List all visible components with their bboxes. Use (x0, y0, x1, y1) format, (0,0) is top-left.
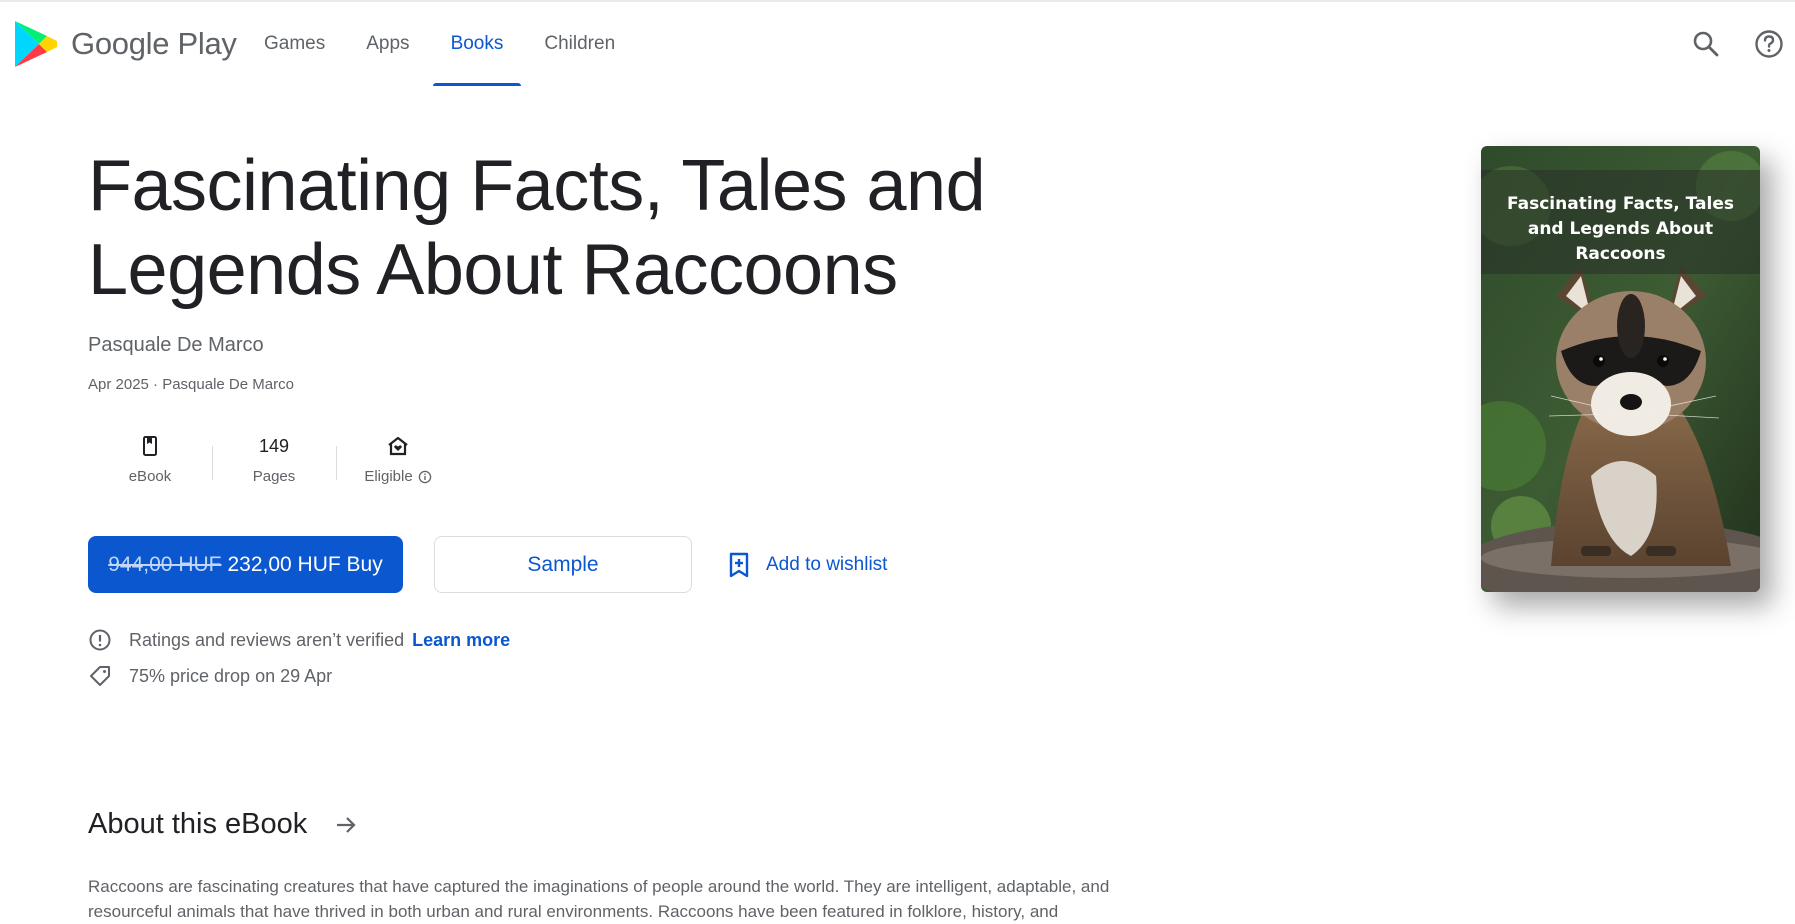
ratings-text: Ratings and reviews aren’t verified (129, 629, 405, 650)
notices: Ratings and reviews aren’t verified Lear… (88, 622, 510, 694)
alert-circle-icon (89, 629, 111, 651)
google-play-logo[interactable]: Google Play (13, 19, 237, 69)
format-label: eBook (128, 468, 172, 485)
pages-label: Pages (252, 468, 296, 485)
play-logo-icon (15, 21, 57, 67)
help-icon (1755, 30, 1783, 58)
search-button[interactable] (1690, 28, 1722, 60)
sample-button[interactable]: Sample (434, 536, 692, 593)
ebook-icon (143, 436, 157, 456)
buy-label: 232,00 HUF Buy (227, 552, 383, 576)
eligible-label: Eligible (364, 468, 413, 485)
bookmark-add-icon (729, 552, 749, 577)
main-nav: Games Apps Books Children (264, 2, 636, 86)
purchase-actions: 944,00 HUF 232,00 HUF Buy Sample Add to … (88, 536, 887, 593)
add-to-wishlist-button[interactable]: Add to wishlist (726, 551, 887, 579)
price-tag-icon (90, 666, 110, 686)
arrow-right-icon (337, 816, 356, 833)
stat-pages: 149 Pages (212, 432, 336, 492)
stat-format: eBook (88, 432, 212, 492)
tab-children[interactable]: Children (524, 2, 635, 86)
about-title: About this eBook (88, 808, 308, 840)
book-title: Fascinating Facts, Tales and Legends Abo… (88, 146, 986, 310)
price-drop-text: 75% price drop on 29 Apr (129, 665, 333, 686)
about-section-header[interactable]: About this eBook (88, 808, 359, 841)
ratings-notice: Ratings and reviews aren’t verified Lear… (88, 622, 510, 658)
cover-title: Fascinating Facts, Tales and Legends Abo… (1481, 170, 1760, 274)
pages-value: 149 (258, 435, 290, 456)
brand-name: Google Play (71, 26, 237, 61)
buy-button[interactable]: 944,00 HUF 232,00 HUF Buy (88, 536, 403, 593)
tab-games[interactable]: Games (264, 2, 345, 86)
price-drop-notice: 75% price drop on 29 Apr (88, 658, 510, 694)
book-stats: eBook 149 Pages Eligible (88, 432, 460, 492)
info-icon[interactable] (418, 470, 432, 484)
tab-apps[interactable]: Apps (346, 2, 429, 86)
publish-meta: Apr 2025 · Pasquale De Marco (88, 376, 294, 393)
original-price: 944,00 HUF (108, 552, 222, 576)
wishlist-label: Add to wishlist (766, 553, 888, 575)
help-button[interactable] (1753, 28, 1785, 60)
top-app-bar: Google Play Games Apps Books Children (0, 2, 1795, 86)
family-library-icon (388, 436, 408, 456)
learn-more-link[interactable]: Learn more (412, 630, 510, 651)
about-description: Raccoons are fascinating creatures that … (88, 877, 1110, 921)
book-cover[interactable]: Fascinating Facts, Tales and Legends Abo… (1481, 146, 1760, 592)
author-link[interactable]: Pasquale De Marco (88, 334, 264, 357)
search-icon (1693, 31, 1719, 57)
tab-books[interactable]: Books (431, 2, 524, 86)
stat-eligible[interactable]: Eligible (336, 432, 460, 492)
